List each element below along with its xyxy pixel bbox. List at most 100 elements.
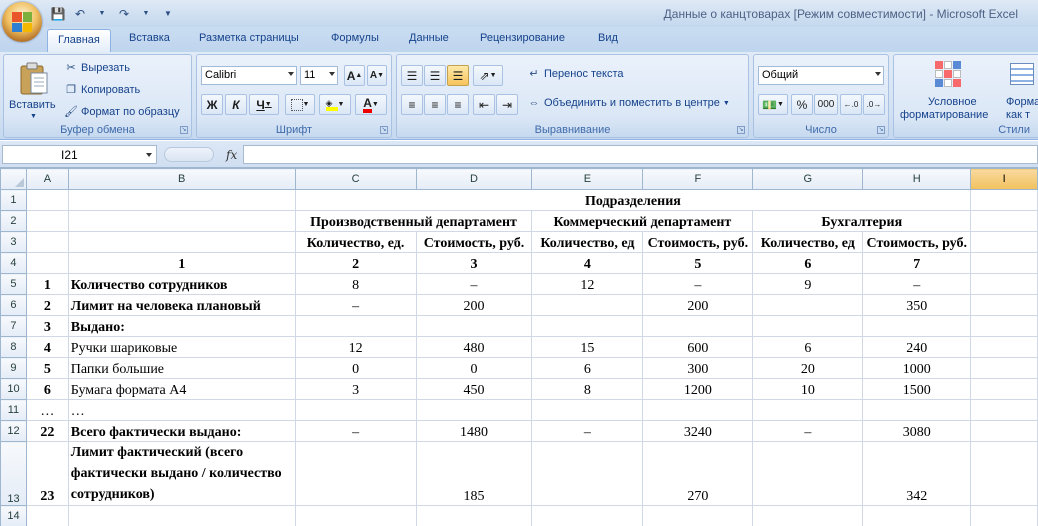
cell[interactable]: Стоимость, руб. <box>862 231 972 253</box>
shrink-font-button[interactable]: A ▼ <box>367 65 387 86</box>
cell[interactable]: 9 <box>752 273 864 295</box>
cell[interactable]: 8 <box>531 378 644 400</box>
row-header[interactable]: 7 <box>0 315 27 337</box>
decrease-indent-button[interactable]: ⇤ <box>473 94 495 115</box>
cell[interactable]: 3 <box>415 252 533 274</box>
cell[interactable] <box>531 315 644 337</box>
decrease-decimal-button[interactable]: .0→ <box>863 94 885 115</box>
save-icon[interactable]: 💾 <box>50 6 66 22</box>
cell[interactable] <box>25 231 69 253</box>
cell[interactable] <box>642 315 754 337</box>
column-header-g[interactable]: G <box>752 168 864 190</box>
column-header-c[interactable]: C <box>294 168 417 190</box>
cell[interactable]: – <box>531 420 644 442</box>
insert-function-icon[interactable]: fx <box>226 148 237 162</box>
cell[interactable]: Выдано: <box>67 315 296 337</box>
cell[interactable]: 12 <box>294 336 417 358</box>
cell[interactable]: 20 <box>752 357 864 379</box>
cell[interactable] <box>752 294 864 316</box>
column-header-d[interactable]: D <box>415 168 533 190</box>
cell[interactable] <box>294 505 417 526</box>
cell-header-production[interactable]: Производственный департамент <box>294 210 533 232</box>
cell-header-accounting[interactable]: Бухгалтерия <box>752 210 972 232</box>
cell[interactable]: 12 <box>531 273 644 295</box>
bold-button[interactable]: Ж <box>201 94 223 115</box>
font-launcher-icon[interactable]: ↘ <box>380 126 388 134</box>
cell[interactable] <box>294 441 417 506</box>
cell[interactable] <box>531 441 644 506</box>
cell[interactable] <box>970 399 1038 421</box>
underline-button[interactable]: Ч ▼ <box>249 94 279 115</box>
row-header[interactable]: 9 <box>0 357 27 379</box>
cell[interactable]: Стоимость, руб. <box>642 231 754 253</box>
cell[interactable] <box>862 505 972 526</box>
cell[interactable]: 15 <box>531 336 644 358</box>
cell[interactable]: 6 <box>25 378 69 400</box>
customize-qat-icon[interactable]: ▼ <box>160 6 176 22</box>
cell[interactable]: 23 <box>25 441 69 506</box>
cell[interactable]: 1 <box>67 252 296 274</box>
cell[interactable]: 6 <box>531 357 644 379</box>
cell[interactable] <box>531 399 644 421</box>
redo-icon[interactable]: ↷ <box>116 6 132 22</box>
cell[interactable]: 350 <box>862 294 972 316</box>
cell[interactable]: – <box>294 294 417 316</box>
cell[interactable] <box>970 273 1038 295</box>
undo-dropdown-icon[interactable]: ▼ <box>94 6 110 22</box>
tab-view[interactable]: Вид <box>598 32 618 44</box>
office-button[interactable] <box>2 2 42 42</box>
format-painter-button[interactable]: 🖌 Формат по образцу <box>64 105 180 119</box>
cell[interactable]: 4 <box>25 336 69 358</box>
tab-home[interactable]: Главная <box>47 29 111 52</box>
name-box[interactable]: I21 <box>2 145 157 164</box>
cell[interactable] <box>970 378 1038 400</box>
fill-color-button[interactable]: ◈ ▼ <box>319 94 351 115</box>
row-header[interactable]: 14 <box>0 505 27 526</box>
align-middle-button[interactable]: ☰ <box>424 65 446 86</box>
conditional-formatting-button[interactable]: Условное форматирование <box>900 59 994 123</box>
cell[interactable] <box>970 357 1038 379</box>
cell[interactable]: – <box>862 273 972 295</box>
cell[interactable]: 3240 <box>642 420 754 442</box>
align-right-button[interactable]: ≡ <box>447 94 469 115</box>
column-header-f[interactable]: F <box>642 168 754 190</box>
align-center-button[interactable]: ≡ <box>424 94 446 115</box>
row-header[interactable]: 3 <box>0 231 27 253</box>
cell[interactable]: 600 <box>642 336 754 358</box>
cell[interactable]: 0 <box>294 357 417 379</box>
cell[interactable] <box>415 315 533 337</box>
cell[interactable]: Количество, ед <box>531 231 644 253</box>
cell[interactable]: 1480 <box>415 420 533 442</box>
row-header[interactable]: 5 <box>0 273 27 295</box>
cell[interactable]: Всего фактически выдано: <box>67 420 296 442</box>
merge-center-button[interactable]: ⇔ Объединить и поместить в центре ▼ <box>527 96 730 110</box>
row-header[interactable]: 8 <box>0 336 27 358</box>
formula-input[interactable] <box>243 145 1038 164</box>
cell[interactable]: 3 <box>294 378 417 400</box>
orientation-button[interactable]: ⇗ ▼ <box>473 65 503 86</box>
redo-dropdown-icon[interactable]: ▼ <box>138 6 154 22</box>
number-format-combo[interactable]: Общий <box>758 66 884 85</box>
cell[interactable]: 200 <box>642 294 754 316</box>
cell[interactable]: 7 <box>862 252 972 274</box>
cell[interactable] <box>752 505 864 526</box>
cell[interactable] <box>294 315 417 337</box>
paste-button[interactable]: Вставить ▼ <box>6 57 62 123</box>
cell[interactable] <box>970 336 1038 358</box>
cell[interactable] <box>67 189 296 211</box>
row-header[interactable]: 1 <box>0 189 27 211</box>
copy-button[interactable]: ❐ Копировать <box>64 83 140 97</box>
cell[interactable]: 3 <box>25 315 69 337</box>
cell[interactable] <box>67 505 296 526</box>
cell[interactable]: 1 <box>25 273 69 295</box>
undo-icon[interactable]: ↶ <box>72 6 88 22</box>
cell[interactable] <box>67 210 296 232</box>
increase-indent-button[interactable]: ⇥ <box>496 94 518 115</box>
increase-decimal-button[interactable]: ←.0 <box>840 94 862 115</box>
align-top-button[interactable]: ☰ <box>401 65 423 86</box>
cell[interactable] <box>415 399 533 421</box>
column-header-h[interactable]: H <box>862 168 972 190</box>
cell[interactable] <box>752 441 864 506</box>
cell[interactable]: – <box>752 420 864 442</box>
cell[interactable] <box>642 399 754 421</box>
